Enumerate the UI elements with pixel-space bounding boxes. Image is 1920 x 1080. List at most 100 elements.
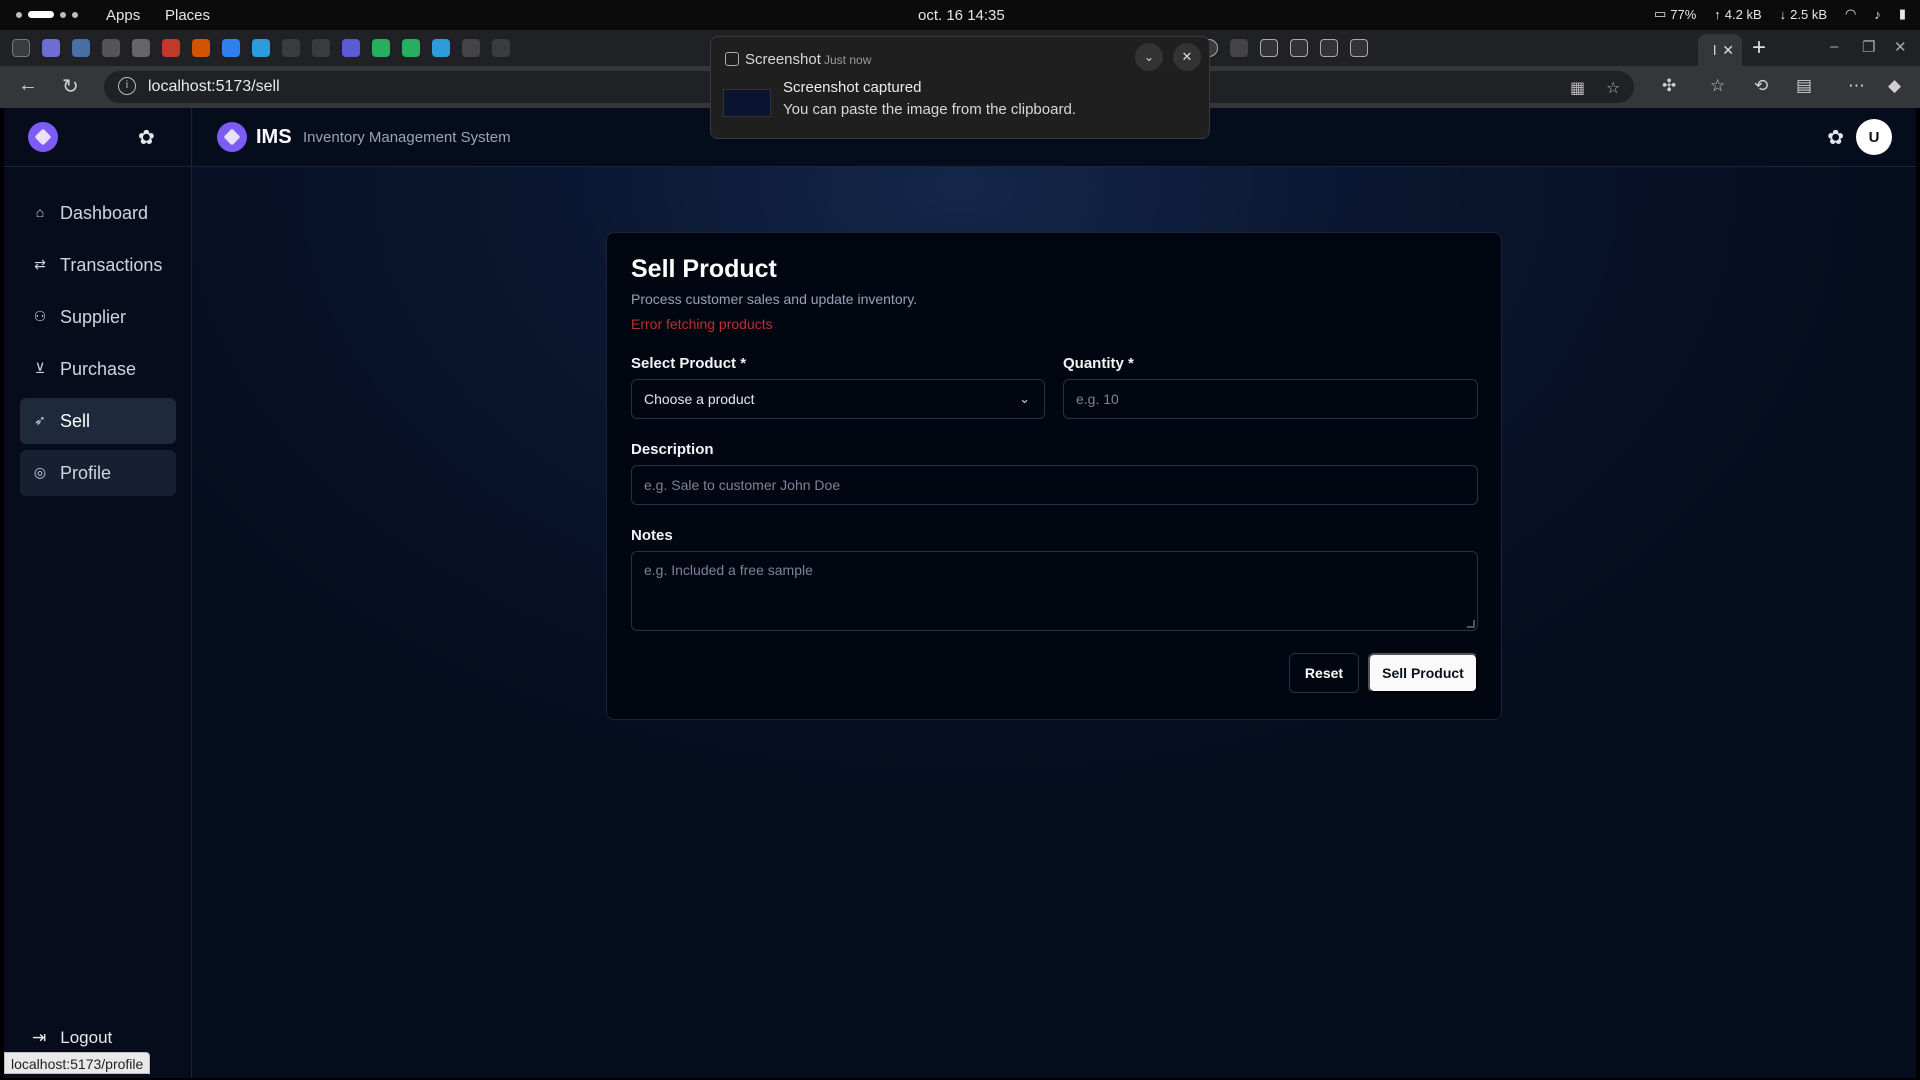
tab-favicon[interactable]: [462, 39, 480, 57]
avatar[interactable]: U: [1856, 119, 1892, 155]
app-subtitle: Inventory Management System: [303, 129, 511, 146]
tab-favicon[interactable]: [192, 39, 210, 57]
sidebar-item-label: Dashboard: [60, 202, 149, 223]
product-label: Select Product *: [631, 355, 747, 372]
close-icon[interactable]: ✕: [1173, 43, 1201, 71]
description-input[interactable]: e.g. Sale to customer John Doe: [631, 465, 1478, 505]
restore-icon[interactable]: ❐: [1862, 38, 1875, 56]
bookmark-star-icon[interactable]: ☆: [1606, 78, 1620, 98]
tab-favicon[interactable]: [132, 39, 150, 57]
tab-favicon[interactable]: [342, 39, 360, 57]
workspace-indicator[interactable]: [16, 11, 78, 18]
tab-search-icon[interactable]: [12, 39, 30, 57]
sidebar-item-purchase[interactable]: ⊻ Purchase: [20, 346, 176, 392]
power-icon[interactable]: ▮: [1899, 6, 1906, 22]
copilot-icon[interactable]: ◆: [1888, 76, 1901, 96]
product-select-value: Choose a product: [644, 391, 755, 407]
battery-icon: ▭: [1653, 6, 1667, 21]
minimize-icon[interactable]: –: [1830, 38, 1838, 55]
description-label: Description: [631, 441, 714, 458]
tab-favicon[interactable]: [492, 39, 510, 57]
battery-indicator[interactable]: ▭ 77%: [1654, 6, 1696, 22]
sidebar-item-label: Supplier: [60, 306, 127, 327]
site-info-icon[interactable]: i: [118, 77, 136, 95]
tab-favicon[interactable]: [42, 39, 60, 57]
tab-favicon[interactable]: [1350, 39, 1368, 57]
more-menu-icon[interactable]: ⋯: [1848, 76, 1865, 96]
tab-active[interactable]: l ✕: [1698, 34, 1742, 66]
reset-button[interactable]: Reset: [1289, 653, 1359, 693]
home-icon: ⌂: [35, 204, 45, 220]
sidebar-item-sell[interactable]: ➶ Sell: [20, 398, 176, 444]
sidebar-item-dashboard[interactable]: ⌂ Dashboard: [20, 190, 176, 236]
system-tray[interactable]: ▭ 77% ↑ 4.2 kB ↓ 2.5 kB ◠ ♪ ▮: [1654, 6, 1906, 22]
clock[interactable]: oct. 16 14:35: [918, 7, 1005, 24]
chevron-down-icon[interactable]: ⌄: [1135, 43, 1163, 71]
users-icon: ⚇: [33, 308, 47, 324]
tab-favicon[interactable]: [162, 39, 180, 57]
favorites-icon[interactable]: ☆: [1710, 76, 1725, 96]
notification-time: Just now: [824, 53, 872, 67]
theme-palette-icon[interactable]: ✿: [1827, 125, 1844, 150]
tab-close-icon[interactable]: ✕: [1722, 42, 1734, 59]
product-select[interactable]: Choose a product ⌄: [631, 379, 1045, 419]
sidebar-item-supplier[interactable]: ⚇ Supplier: [20, 294, 176, 340]
sell-product-card: Sell Product Process customer sales and …: [606, 232, 1502, 720]
sidebar-nav: ⌂ Dashboard ⇄ Transactions ⚇ Supplier ⊻ …: [20, 190, 176, 502]
new-tab-button[interactable]: +: [1752, 34, 1766, 62]
sidebar-item-profile[interactable]: ◎ Profile: [20, 450, 176, 496]
sell-icon: ➶: [34, 412, 46, 428]
app-name: IMS: [256, 126, 292, 148]
back-icon[interactable]: ←: [18, 74, 38, 97]
install-app-icon[interactable]: ▦: [1570, 78, 1585, 98]
screenshot-notification[interactable]: Screenshot Just now ⌄ ✕ Screenshot captu…: [710, 36, 1210, 139]
tab-favicon[interactable]: [72, 39, 90, 57]
tab-favicon[interactable]: [282, 39, 300, 57]
arrow-down-icon: ↓: [1779, 6, 1787, 22]
extensions-icon[interactable]: ✣: [1662, 76, 1676, 96]
notes-textarea[interactable]: e.g. Included a free sample: [631, 551, 1478, 631]
notification-body: You can paste the image from the clipboa…: [783, 101, 1076, 118]
apps-menu[interactable]: Apps: [106, 7, 140, 24]
screenshot-app-icon: [725, 52, 739, 66]
page-title: Sell Product: [631, 255, 777, 283]
reload-icon[interactable]: ↻: [62, 74, 79, 99]
tab-favicon[interactable]: [372, 39, 390, 57]
error-message: Error fetching products: [631, 316, 773, 332]
tab-favicon[interactable]: [1290, 39, 1308, 57]
tab-favicon[interactable]: [1320, 39, 1338, 57]
sell-product-button[interactable]: Sell Product: [1368, 653, 1478, 693]
tab-favicon[interactable]: [252, 39, 270, 57]
tab-favicon[interactable]: [432, 39, 450, 57]
sidebar-item-transactions[interactable]: ⇄ Transactions: [20, 242, 176, 288]
tab-favicon[interactable]: [402, 39, 420, 57]
tab-favicon[interactable]: [312, 39, 330, 57]
close-window-icon[interactable]: ✕: [1894, 38, 1907, 56]
sidebar-item-label: Transactions: [60, 254, 163, 275]
logout-icon: ⇥: [32, 1028, 47, 1047]
download-indicator: ↓ 2.5 kB: [1780, 7, 1827, 22]
palette-icon[interactable]: ✿: [138, 125, 155, 150]
link-status-bar: localhost:5173/profile: [4, 1052, 151, 1074]
sidebar: ✿ ⌂ Dashboard ⇄ Transactions ⚇ Supplier …: [4, 108, 192, 1078]
logout-button[interactable]: ⇥ Logout: [32, 1028, 112, 1048]
tab-favicon[interactable]: [222, 39, 240, 57]
quantity-input[interactable]: e.g. 10: [1063, 379, 1478, 419]
extension-icon[interactable]: ▤: [1796, 76, 1812, 96]
volume-icon[interactable]: ♪: [1874, 7, 1881, 22]
download-rate: 2.5 kB: [1790, 6, 1827, 22]
upload-indicator: ↑ 4.2 kB: [1714, 7, 1761, 22]
app-root: ✿ ⌂ Dashboard ⇄ Transactions ⚇ Supplier …: [4, 108, 1916, 1078]
wifi-icon[interactable]: ◠: [1845, 6, 1856, 22]
tab-favicon[interactable]: [1260, 39, 1278, 57]
resize-handle-icon[interactable]: [1467, 620, 1475, 628]
notification-title: Screenshot captured: [783, 79, 922, 96]
places-menu[interactable]: Places: [165, 7, 210, 24]
tab-favicon[interactable]: [102, 39, 120, 57]
url-text[interactable]: localhost:5173/sell: [148, 78, 280, 96]
history-icon[interactable]: ⟲: [1754, 76, 1768, 96]
system-top-bar: Apps Places oct. 16 14:35 ▭ 77% ↑ 4.2 kB ↓…: [0, 0, 1920, 30]
tab-favicon[interactable]: [1230, 39, 1248, 57]
arrow-up-icon: ↑: [1714, 6, 1721, 22]
chevron-down-icon: ⌄: [1019, 391, 1030, 406]
